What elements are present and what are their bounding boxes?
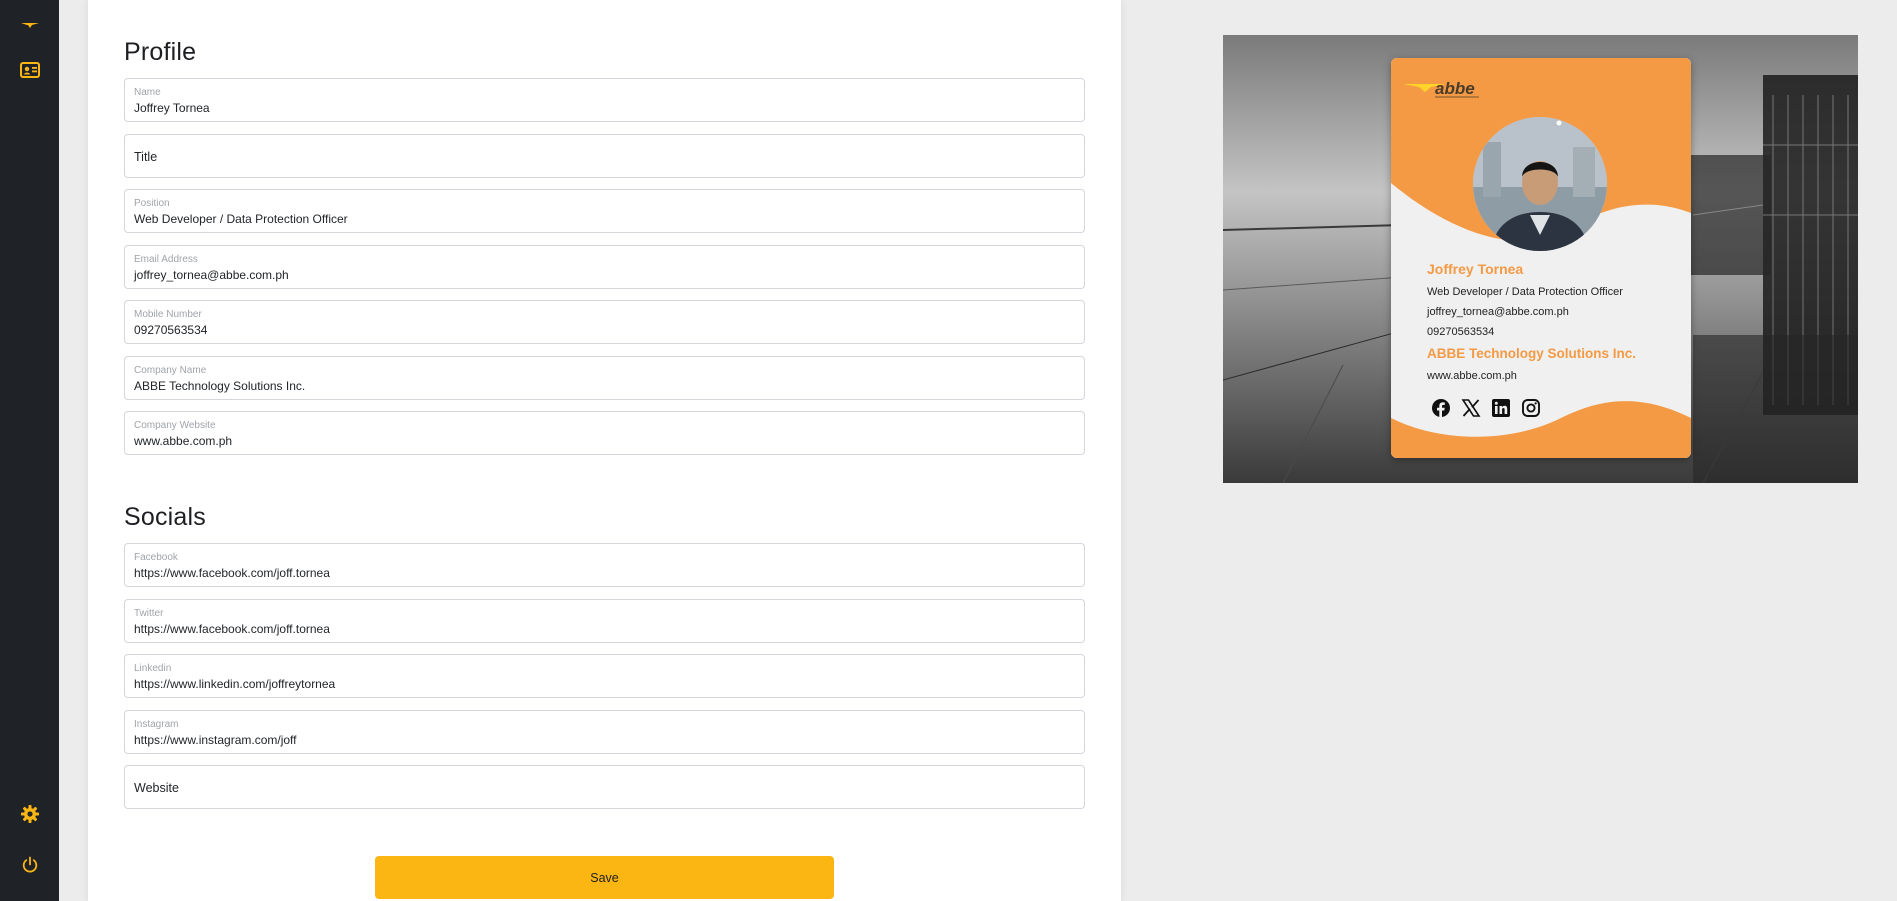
company-name-field[interactable]: Company Name ABBE Technology Solutions I… <box>124 356 1085 400</box>
x-icon[interactable] <box>1461 398 1481 418</box>
abbe-logo: abbe <box>1401 70 1481 107</box>
facebook-field[interactable]: Facebook https://www.facebook.com/joff.t… <box>124 543 1085 587</box>
twitter-field[interactable]: Twitter https://www.facebook.com/joff.to… <box>124 599 1085 643</box>
company-name-value[interactable]: ABBE Technology Solutions Inc. <box>134 379 305 393</box>
power-icon[interactable] <box>0 855 59 875</box>
twitter-value[interactable]: https://www.facebook.com/joff.tornea <box>134 622 330 636</box>
facebook-icon[interactable] <box>1431 398 1451 418</box>
name-label: Name <box>134 87 161 98</box>
twitter-label: Twitter <box>134 608 164 619</box>
instagram-value[interactable]: https://www.instagram.com/joff <box>134 733 297 747</box>
facebook-value[interactable]: https://www.facebook.com/joff.tornea <box>134 566 330 580</box>
position-value[interactable]: Web Developer / Data Protection Officer <box>134 212 348 226</box>
linkedin-value[interactable]: https://www.linkedin.com/joffreytornea <box>134 677 335 691</box>
profile-form-panel: Profile Name Joffrey Tornea Title Positi… <box>88 0 1121 901</box>
logo-text: abbe <box>1435 79 1475 98</box>
card-name: Joffrey Tornea <box>1427 261 1524 277</box>
business-card: abbe Joffrey Tornea Web Developer / Data… <box>1391 58 1691 458</box>
card-mobile: 09270563534 <box>1427 326 1495 338</box>
company-website-label: Company Website <box>134 420 216 431</box>
linkedin-icon[interactable] <box>1491 398 1511 418</box>
instagram-label: Instagram <box>134 719 179 730</box>
card-company: ABBE Technology Solutions Inc. <box>1427 346 1637 361</box>
email-field[interactable]: Email Address joffrey_tornea@abbe.com.ph <box>124 245 1085 289</box>
sidebar <box>0 0 59 901</box>
title-field[interactable]: Title <box>124 134 1085 178</box>
profile-photo <box>1473 117 1607 251</box>
website-field[interactable]: Website <box>124 765 1085 809</box>
mobile-label: Mobile Number <box>134 309 202 320</box>
company-name-label: Company Name <box>134 365 207 376</box>
linkedin-field[interactable]: Linkedin https://www.linkedin.com/joffre… <box>124 654 1085 698</box>
linkedin-label: Linkedin <box>134 663 172 674</box>
gear-icon[interactable] <box>0 803 59 825</box>
mobile-value[interactable]: 09270563534 <box>134 323 207 337</box>
company-website-value[interactable]: www.abbe.com.ph <box>134 434 232 448</box>
facebook-label: Facebook <box>134 552 178 563</box>
email-label: Email Address <box>134 254 198 265</box>
card-preview: abbe Joffrey Tornea Web Developer / Data… <box>1223 35 1858 483</box>
logo-icon[interactable] <box>0 14 59 34</box>
card-email: joffrey_tornea@abbe.com.ph <box>1427 306 1569 318</box>
website-placeholder[interactable]: Website <box>134 781 179 795</box>
position-field[interactable]: Position Web Developer / Data Protection… <box>124 189 1085 233</box>
id-card-icon[interactable] <box>0 60 59 80</box>
card-social-icons <box>1431 398 1541 418</box>
title-placeholder[interactable]: Title <box>134 150 157 164</box>
save-button[interactable]: Save <box>375 856 834 899</box>
card-position: Web Developer / Data Protection Officer <box>1427 286 1623 298</box>
instagram-field[interactable]: Instagram https://www.instagram.com/joff <box>124 710 1085 754</box>
instagram-icon[interactable] <box>1521 398 1541 418</box>
card-website: www.abbe.com.ph <box>1427 370 1517 382</box>
mobile-field[interactable]: Mobile Number 09270563534 <box>124 300 1085 344</box>
name-field[interactable]: Name Joffrey Tornea <box>124 78 1085 122</box>
company-website-field[interactable]: Company Website www.abbe.com.ph <box>124 411 1085 455</box>
name-value[interactable]: Joffrey Tornea <box>134 101 210 115</box>
position-label: Position <box>134 198 170 209</box>
email-value[interactable]: joffrey_tornea@abbe.com.ph <box>134 268 289 282</box>
socials-heading: Socials <box>124 503 206 531</box>
profile-heading: Profile <box>124 38 197 66</box>
